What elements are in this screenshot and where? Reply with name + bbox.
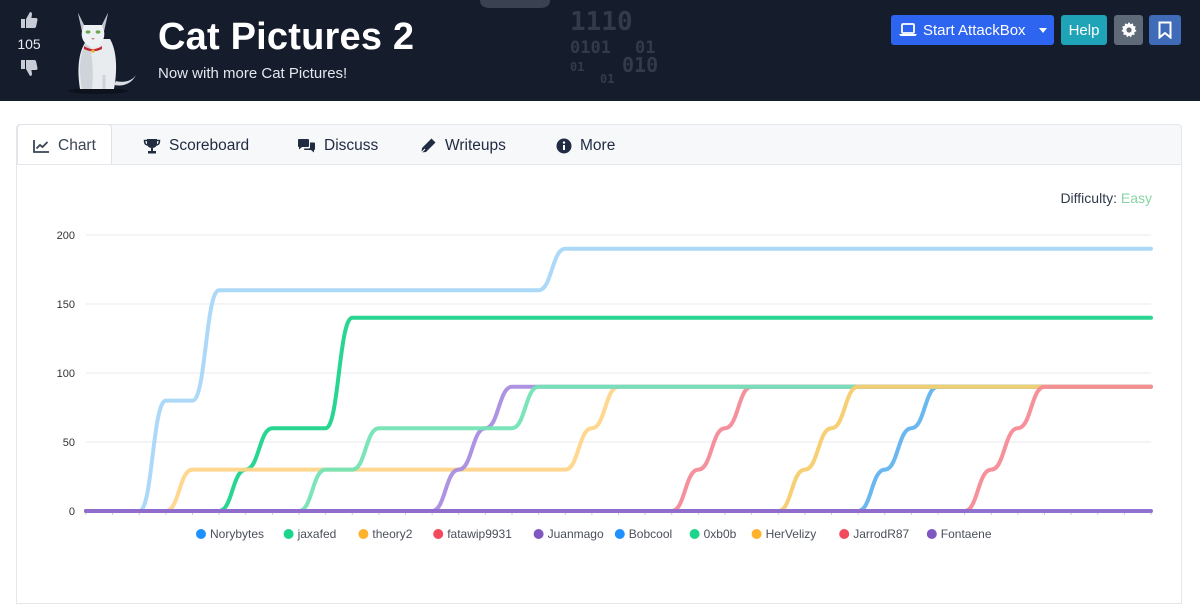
series-line-jarrodr87 — [84, 384, 1153, 513]
y-tick-label: 100 — [57, 368, 75, 380]
series-line-juanmago — [84, 384, 1153, 513]
legend-item[interactable]: HerVelizy — [751, 527, 817, 541]
legend-label: 0xb0b — [704, 527, 737, 541]
legend-swatch — [751, 529, 762, 539]
legend-swatch — [689, 529, 700, 539]
y-tick-label: 150 — [57, 299, 75, 311]
series-line-bobcool — [84, 384, 1153, 513]
series-line-0xb0b — [84, 384, 1153, 513]
legend-swatch — [839, 529, 850, 539]
legend-item[interactable]: 0xb0b — [689, 527, 737, 541]
y-axis: 0 50 100 150 200 — [57, 230, 75, 518]
series-line-theory2 — [84, 384, 1153, 513]
legend-label: jaxafed — [297, 527, 337, 541]
legend-label: JarrodR87 — [853, 527, 909, 541]
legend-label: Norybytes — [210, 527, 264, 541]
legend-swatch — [196, 529, 206, 539]
legend-item[interactable]: fatawip9931 — [433, 527, 512, 541]
legend-label: theory2 — [372, 527, 412, 541]
legend-item[interactable]: Juanmago — [533, 527, 604, 541]
legend-label: HerVelizy — [766, 527, 817, 541]
chart-legend: Norybytes jaxafed theory2 fatawip9931 Juanma… — [196, 527, 992, 541]
legend-item[interactable]: jaxafed — [283, 527, 337, 541]
score-progress-chart: 0 50 100 150 200 Norybytes jaxafed theory2 fata… — [57, 230, 1153, 541]
legend-swatch — [926, 529, 937, 539]
legend-swatch — [614, 529, 625, 539]
legend-swatch — [358, 529, 369, 539]
series-line-norybytes — [84, 246, 1153, 513]
series-line-jaxafed — [84, 315, 1153, 513]
y-tick-label: 50 — [63, 437, 75, 449]
legend-item[interactable]: JarrodR87 — [839, 527, 910, 541]
chart-series — [84, 246, 1153, 513]
legend-swatch — [533, 529, 544, 539]
legend-item[interactable]: Fontaene — [926, 527, 992, 541]
legend-item[interactable]: theory2 — [358, 527, 413, 541]
y-tick-label: 0 — [69, 506, 75, 518]
series-line-hervelizy — [84, 384, 1153, 513]
legend-label: fatawip9931 — [447, 527, 512, 541]
legend-label: Bobcool — [629, 527, 672, 541]
legend-item[interactable]: Bobcool — [614, 527, 672, 541]
legend-label: Juanmago — [548, 527, 604, 541]
legend-item[interactable]: Norybytes — [196, 527, 264, 541]
y-tick-label: 200 — [57, 230, 75, 242]
series-line-fatawip9931 — [84, 384, 1153, 513]
legend-swatch — [283, 529, 294, 539]
legend-swatch — [433, 529, 444, 539]
legend-label: Fontaene — [941, 527, 992, 541]
